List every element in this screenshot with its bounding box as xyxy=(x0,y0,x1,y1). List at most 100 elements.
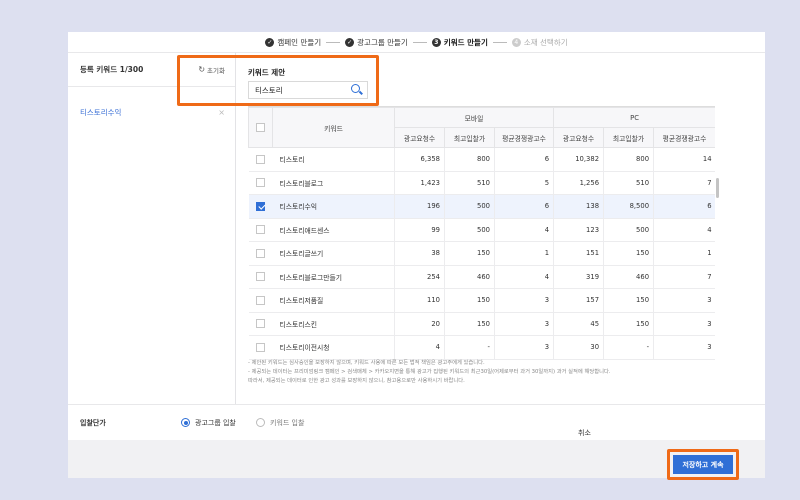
row-checkbox-cell xyxy=(248,218,273,242)
step-label: 키워드 만들기 xyxy=(443,37,488,47)
mobile-max-bid-cell: 460 xyxy=(444,265,495,289)
registered-keyword-label: 티스토리수익 xyxy=(80,107,122,117)
pc-competition-cell: 3 xyxy=(653,288,715,313)
select-all-cell xyxy=(248,107,273,148)
pc-requests-cell: 45 xyxy=(553,312,604,336)
step-number: 4 xyxy=(511,37,521,47)
step-adgroup: ✓ 광고그룹 만들기 xyxy=(345,37,408,48)
keyword-cell: 티스토리블로그 xyxy=(272,171,395,195)
table-row[interactable]: 티스토리저품질 110 150 3 157 150 3 xyxy=(248,288,715,313)
pc-competition-cell: 7 xyxy=(653,171,715,195)
row-checkbox[interactable] xyxy=(256,248,265,258)
row-checkbox[interactable] xyxy=(256,201,265,211)
save-continue-button[interactable]: 저장하고 계속 xyxy=(673,455,733,474)
pc-max-bid-cell: 800 xyxy=(603,147,654,172)
step-campaign: ✓ 캠페인 만들기 xyxy=(265,37,321,48)
row-checkbox-cell xyxy=(248,171,273,195)
col-header-pc-competition: 평균경쟁광고수 xyxy=(653,127,715,148)
col-header-pc-max-bid: 최고입찰가 xyxy=(603,127,655,148)
pc-competition-cell: 6 xyxy=(653,194,715,219)
remove-keyword-button[interactable]: × xyxy=(218,108,225,117)
col-header-mobile-requests: 광고요청수 xyxy=(394,127,445,148)
pc-max-bid-cell: - xyxy=(603,335,654,360)
radio-adgroup-indicator[interactable] xyxy=(181,418,190,427)
disclaimer-line: - 제안된 키워드는 심사승인을 보장하지 않으며, 키워드 사용에 따른 모든… xyxy=(248,360,485,366)
search-highlight-box xyxy=(177,55,379,106)
pc-competition-cell: 4 xyxy=(653,218,715,242)
row-checkbox[interactable] xyxy=(256,225,265,235)
col-header-mobile-competition: 평균경쟁광고수 xyxy=(493,127,555,148)
step-creative: 4 소재 선택하기 xyxy=(511,37,568,48)
row-checkbox[interactable] xyxy=(256,178,265,188)
keyword-suggestion-panel: 키워드 제안 키워드 모바일 PC xyxy=(236,52,765,414)
select-all-checkbox[interactable] xyxy=(256,123,265,132)
table-row[interactable]: 티스토리 6,358 800 6 10,382 800 14 xyxy=(248,147,715,172)
mobile-requests-cell: 254 xyxy=(394,265,445,289)
disclaimer-line: - 제공되는 데이터는 프리미엄링크 캠페인 > 검색매체 > 카카오지면을 통… xyxy=(248,369,611,375)
bid-setting-row: 입찰단가 광고그룹 입찰 키워드 입찰 xyxy=(68,404,765,440)
keyword-table-container[interactable]: 키워드 모바일 PC 광고요청수 최고입찰가 평균경쟁광고수 광고요청수 최고입… xyxy=(248,106,715,361)
pc-requests-cell: 10,382 xyxy=(553,147,604,172)
pc-competition-cell: 7 xyxy=(653,265,715,289)
table-row[interactable]: 티스토리수익 196 500 6 138 8,500 6 xyxy=(248,194,715,219)
row-checkbox[interactable] xyxy=(256,342,265,352)
check-icon: ✓ xyxy=(345,37,355,47)
step-number: 3 xyxy=(431,37,441,47)
pc-max-bid-cell: 150 xyxy=(603,241,654,266)
table-row[interactable]: 티스토리블로그 1,423 510 5 1,256 510 7 xyxy=(248,171,715,195)
row-checkbox-cell xyxy=(248,147,273,172)
row-checkbox[interactable] xyxy=(256,154,265,164)
check-icon: ✓ xyxy=(265,37,275,47)
mobile-requests-cell: 1,423 xyxy=(394,171,445,195)
pc-requests-cell: 1,256 xyxy=(553,171,604,195)
radio-adgroup-bid[interactable]: 광고그룹 입찰 xyxy=(181,418,236,428)
registered-keywords-panel: 등록 키워드 1/300 ↻ 초기화 티스토리수익 × xyxy=(68,52,236,414)
keyword-cell: 티스토리애드센스 xyxy=(272,218,395,242)
mobile-max-bid-cell: 510 xyxy=(444,171,495,195)
table-row[interactable]: 티스토리이전시청 4-3 30-3 xyxy=(248,335,715,360)
mobile-competition-cell: 3 xyxy=(493,288,554,313)
mobile-competition-cell: 6 xyxy=(493,194,554,219)
radio-keyword-label: 키워드 입찰 xyxy=(270,418,305,427)
keyword-suggestion-table: 키워드 모바일 PC 광고요청수 최고입찰가 평균경쟁광고수 광고요청수 최고입… xyxy=(248,107,715,360)
radio-keyword-bid[interactable]: 키워드 입찰 xyxy=(256,418,304,428)
keyword-cell: 티스토리 xyxy=(272,147,395,172)
table-row[interactable]: 티스토리애드센스 99 500 4 123 500 4 xyxy=(248,218,715,242)
mobile-requests-cell: 38 xyxy=(394,241,445,266)
mobile-competition-cell: 4 xyxy=(493,265,554,289)
keyword-cell: 티스토리수익 xyxy=(272,194,395,219)
group-header-mobile: 모바일 xyxy=(393,107,555,128)
row-checkbox[interactable] xyxy=(256,319,265,329)
row-checkbox-cell xyxy=(248,335,273,360)
row-checkbox[interactable] xyxy=(256,295,265,305)
table-scrollbar[interactable] xyxy=(716,178,719,198)
pc-max-bid-cell: 460 xyxy=(603,265,654,289)
row-checkbox-cell xyxy=(248,312,273,336)
mobile-max-bid-cell: 150 xyxy=(444,312,495,336)
keyword-cell: 티스토리저품질 xyxy=(272,288,395,313)
row-checkbox[interactable] xyxy=(256,272,265,282)
table-row[interactable]: 티스토리글쓰기 38 150 1 151 150 1 xyxy=(248,241,715,266)
table-row[interactable]: 티스토리스킨 20 150 3 45 150 3 xyxy=(248,312,715,336)
mobile-competition-cell: 3 xyxy=(493,335,554,360)
mobile-competition-cell: 1 xyxy=(493,241,554,266)
mobile-max-bid-cell: - xyxy=(444,335,495,360)
mobile-max-bid-cell: 150 xyxy=(444,241,495,266)
mobile-max-bid-cell: 800 xyxy=(444,147,495,172)
cancel-button[interactable]: 취소 xyxy=(578,428,591,438)
mobile-requests-cell: 99 xyxy=(394,218,445,242)
mobile-max-bid-cell: 500 xyxy=(444,218,495,242)
mobile-requests-cell: 20 xyxy=(394,312,445,336)
mobile-competition-cell: 3 xyxy=(493,312,554,336)
disclaimer-line: 따라서, 제공되는 데이터로 인한 광고 성과를 보장하지 않으니, 참고용으로… xyxy=(248,378,465,384)
mobile-requests-cell: 196 xyxy=(394,194,445,219)
table-row[interactable]: 티스토리블로그만들기 254 460 4 319 460 7 xyxy=(248,265,715,289)
pc-requests-cell: 151 xyxy=(553,241,604,266)
pc-requests-cell: 319 xyxy=(553,265,604,289)
registered-keyword-item: 티스토리수익 × xyxy=(68,105,235,119)
row-checkbox-cell xyxy=(248,265,273,289)
radio-keyword-indicator[interactable] xyxy=(256,418,265,427)
pc-requests-cell: 30 xyxy=(553,335,604,360)
step-keyword: 3 키워드 만들기 xyxy=(431,37,488,48)
registered-keywords-title: 등록 키워드 1/300 xyxy=(80,65,144,74)
